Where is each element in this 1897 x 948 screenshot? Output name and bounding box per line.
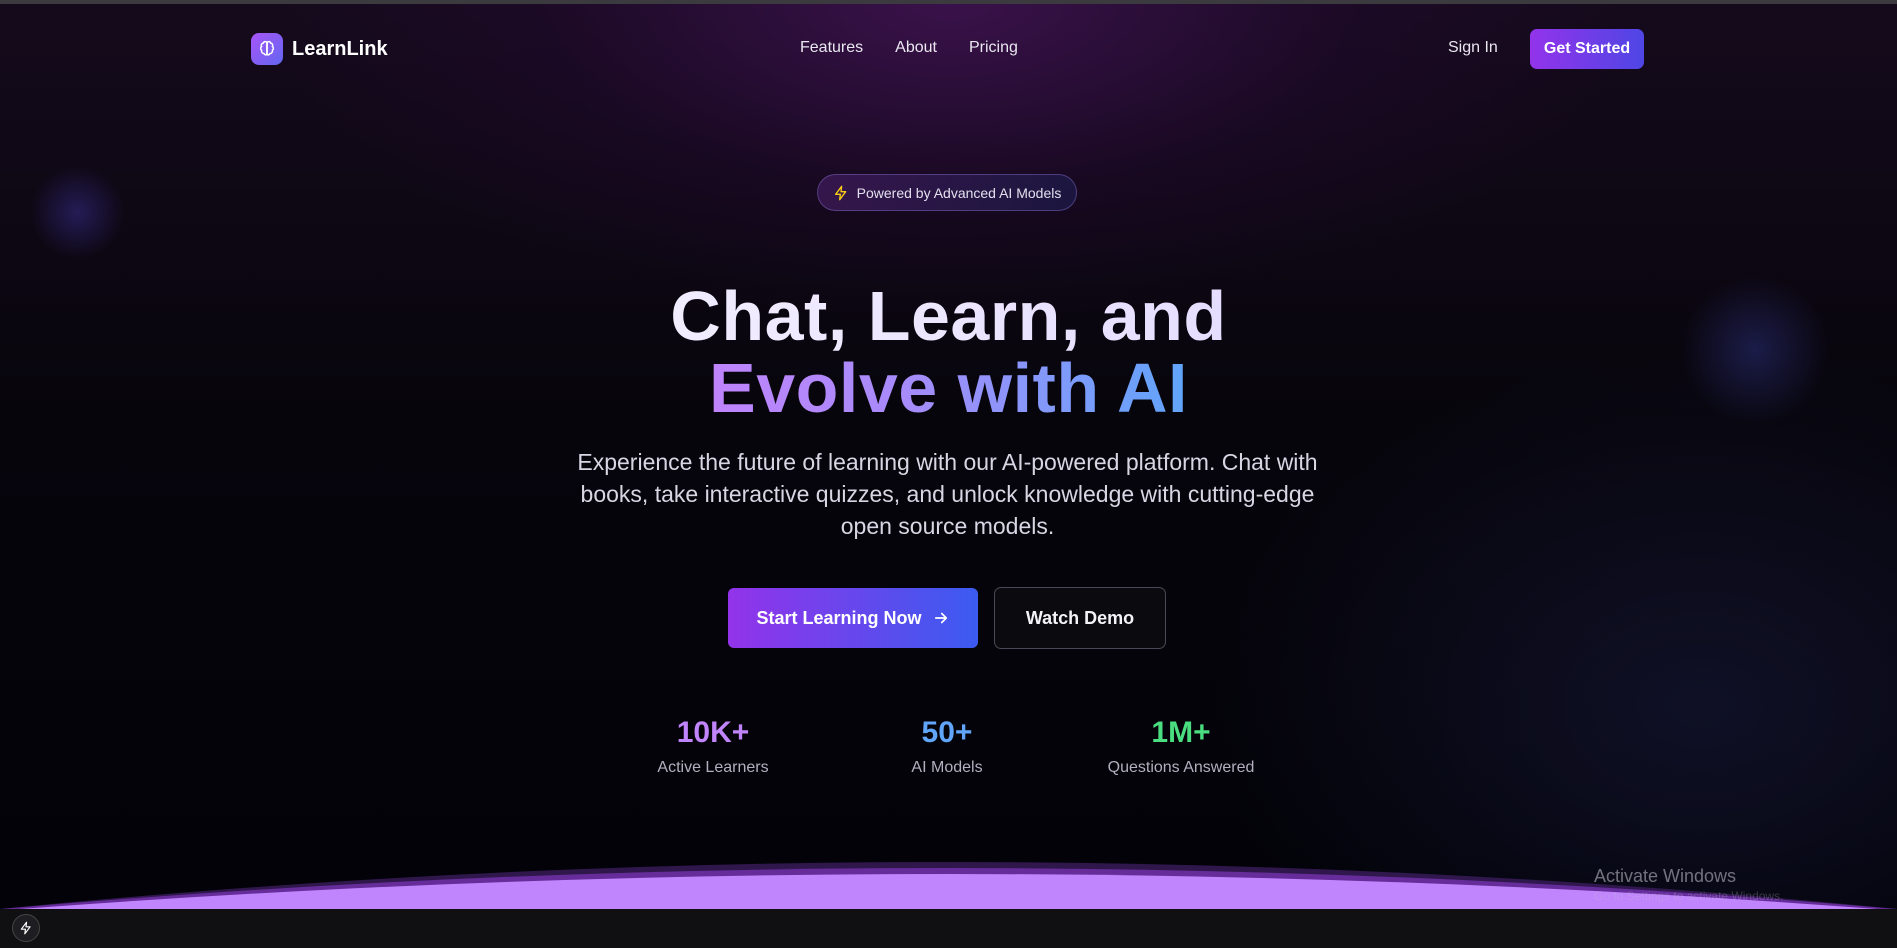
ai-models-badge: Powered by Advanced AI Models — [817, 174, 1077, 211]
nav-link-features[interactable]: Features — [800, 39, 863, 57]
start-learning-button[interactable]: Start Learning Now — [728, 588, 978, 648]
start-learning-label: Start Learning Now — [756, 607, 922, 628]
decorative-orb-left — [30, 165, 125, 260]
lightning-icon[interactable] — [12, 914, 40, 942]
stat-value: 10K+ — [676, 716, 750, 749]
arrow-right-icon — [934, 612, 947, 624]
stat-value: 1M+ — [1151, 716, 1211, 749]
nav-link-about[interactable]: About — [895, 39, 937, 57]
stat-questions-answered: 1M+ Questions Answered — [1091, 713, 1271, 777]
activate-windows-hint: Go to Settings to activate Windows. — [1594, 889, 1784, 903]
activate-windows-watermark: Activate Windows — [1594, 866, 1737, 886]
bottom-bar — [0, 909, 1897, 948]
stat-active-learners: 10K+ Active Learners — [623, 713, 803, 777]
main-nav: Features About Pricing — [800, 39, 1018, 57]
get-started-button[interactable]: Get Started — [1530, 29, 1644, 69]
sign-in-link[interactable]: Sign In — [1448, 39, 1498, 57]
hero-title-gradient: Evolve with AI — [709, 349, 1188, 427]
brand-name: LearnLink — [292, 37, 388, 60]
stat-label: Questions Answered — [1107, 759, 1255, 776]
lightning-icon — [834, 185, 846, 200]
brand-logo[interactable]: LearnLink — [251, 33, 388, 65]
watch-demo-button[interactable]: Watch Demo — [994, 587, 1166, 649]
hero-subtitle: Experience the future of learning with o… — [577, 449, 1318, 539]
stat-label: Active Learners — [657, 759, 769, 776]
hero-title-line1: Chat, Learn, and — [0, 280, 1897, 352]
brain-icon — [251, 33, 283, 65]
stat-label: AI Models — [911, 759, 983, 776]
stat-ai-models: 50+ AI Models — [857, 713, 1037, 777]
hero-title-line2: Evolve with AI — [0, 352, 1897, 424]
badge-text: Powered by Advanced AI Models — [856, 184, 1062, 201]
stat-value: 50+ — [921, 716, 973, 749]
nav-link-pricing[interactable]: Pricing — [969, 39, 1018, 57]
